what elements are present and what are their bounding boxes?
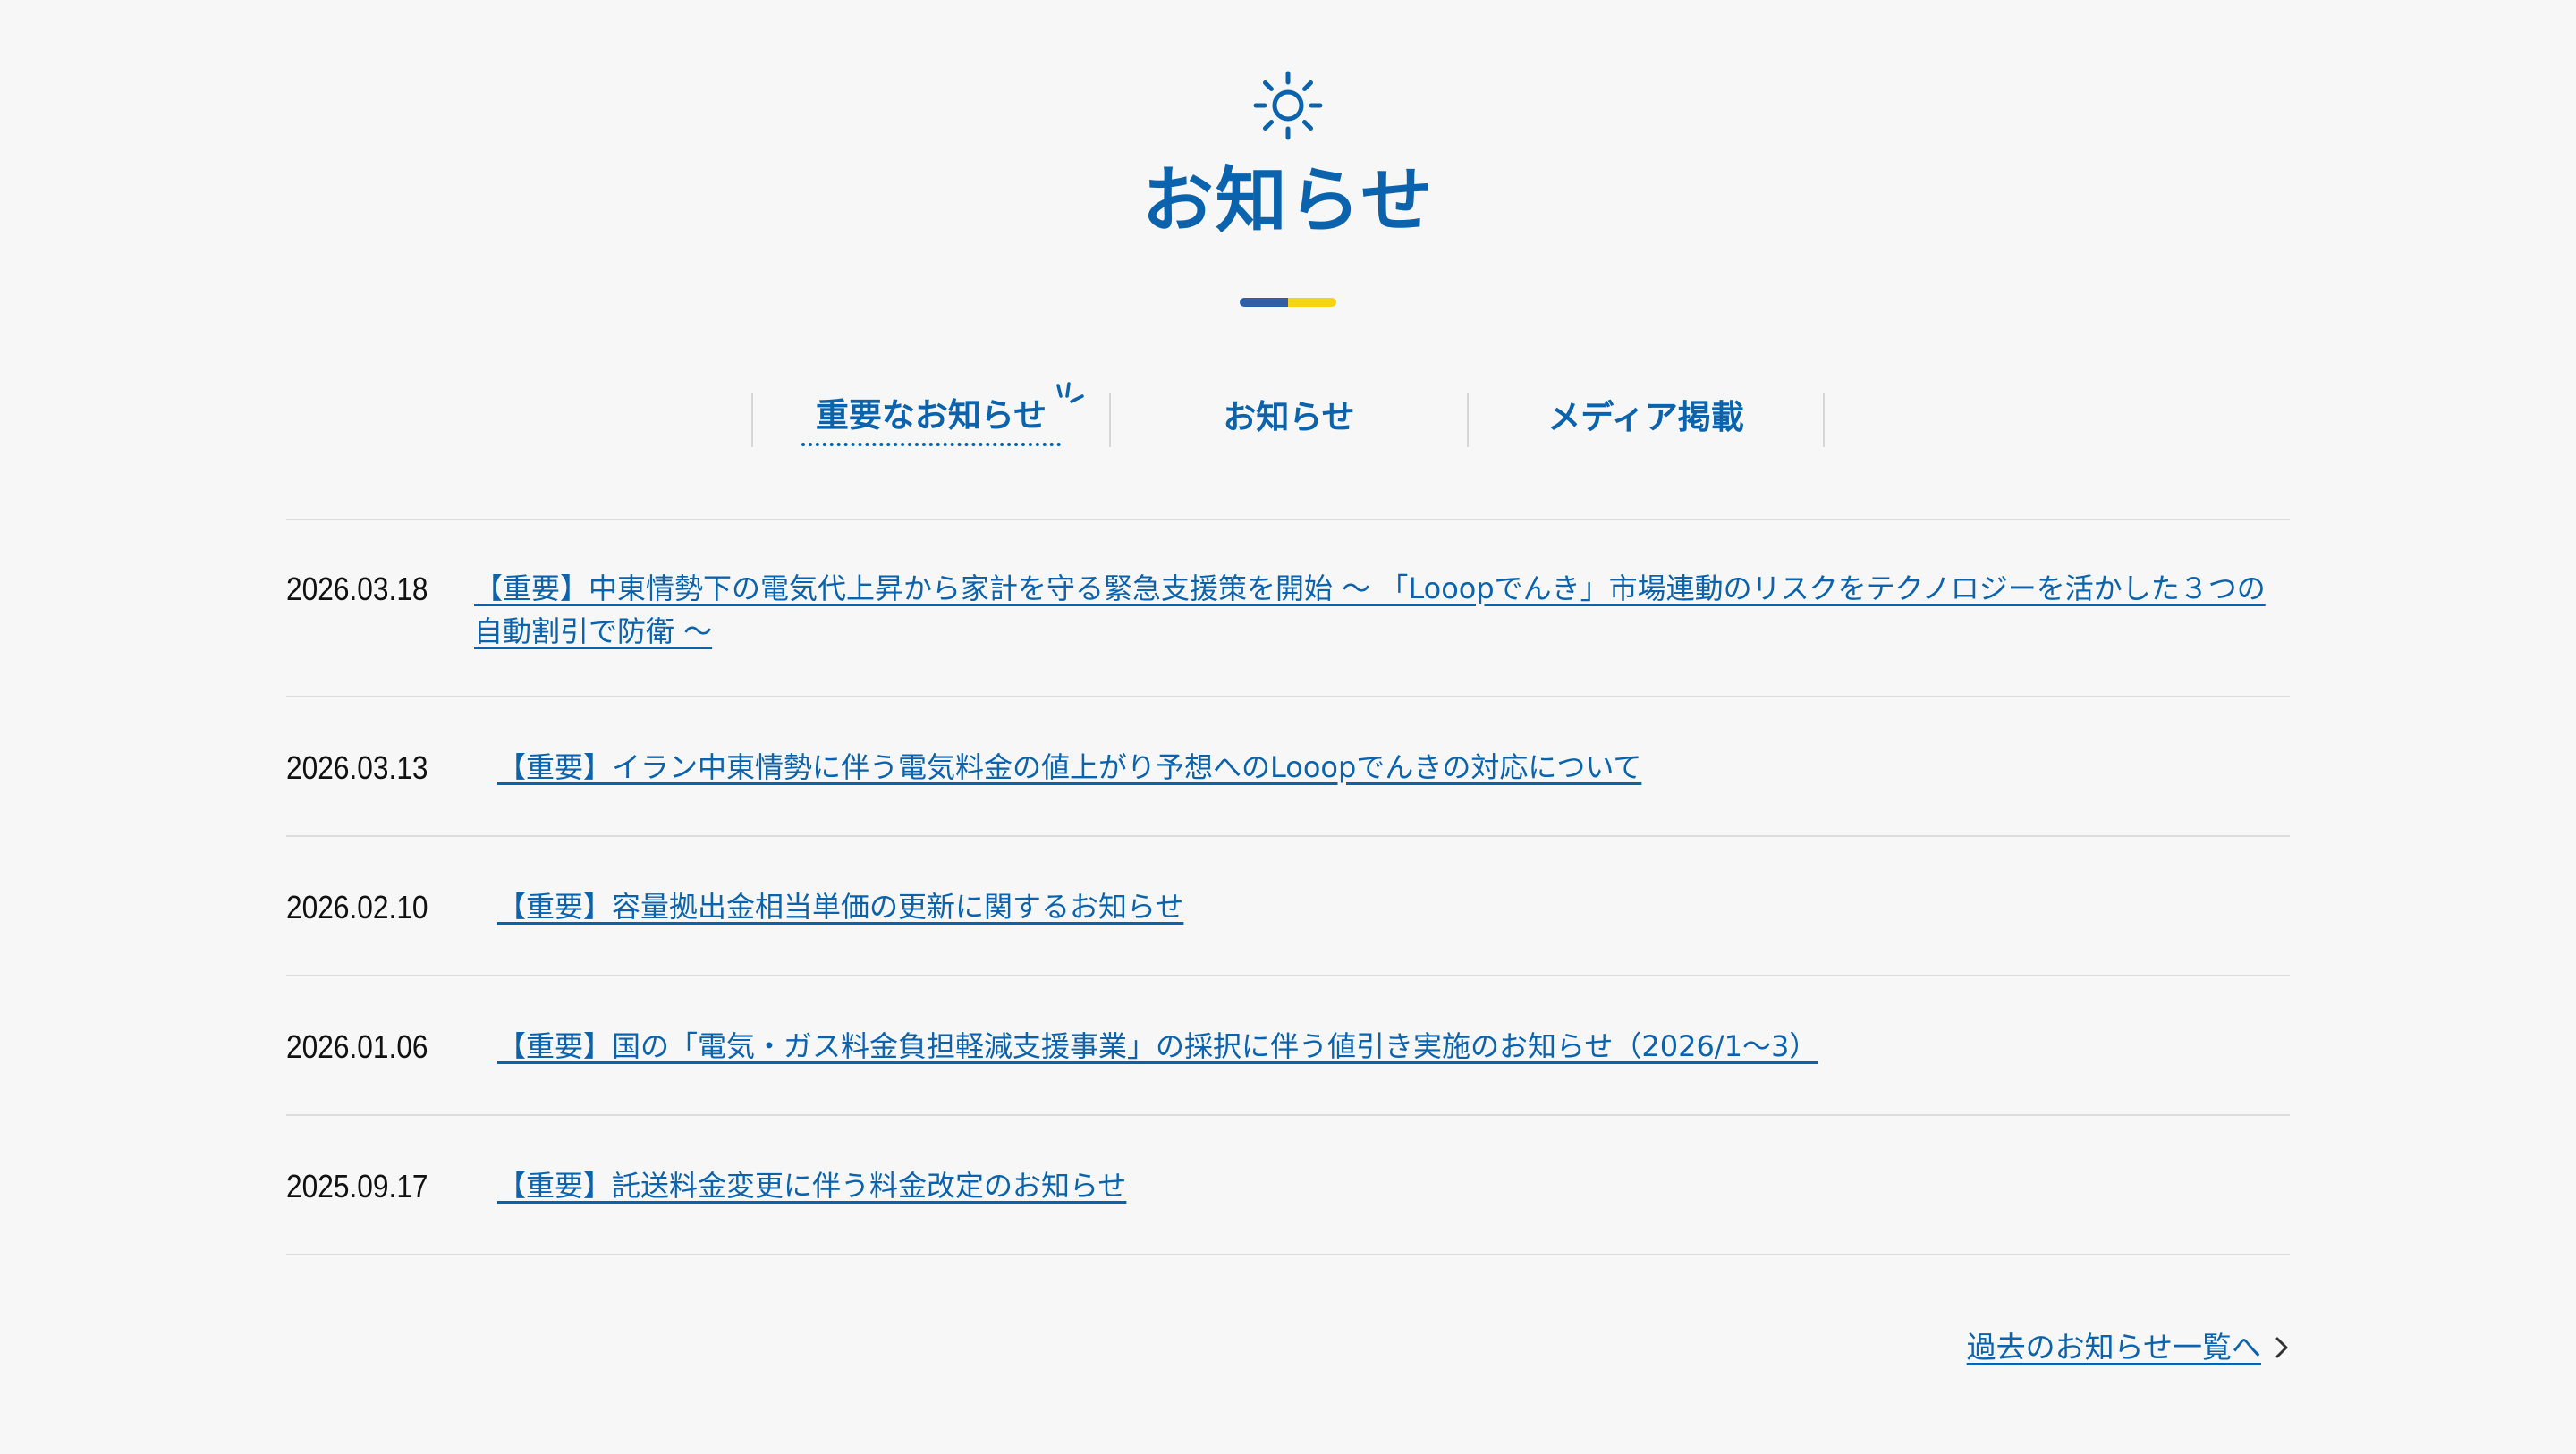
- page-title: お知らせ: [1141, 159, 1435, 242]
- tab-media[interactable]: メディア掲載: [1467, 393, 1825, 447]
- sun-icon: [1253, 71, 1323, 140]
- tab-label: お知らせ: [1223, 398, 1355, 436]
- past-news-label: 過去のお知らせ一覧へ: [1966, 1330, 2261, 1365]
- news-link[interactable]: 【重要】託送料金変更に伴う料金改定のお知らせ: [497, 1164, 1126, 1207]
- news-list: 2026.03.18 【重要】中東情勢下の電気代上昇から家計を守る緊急支援策を開…: [286, 519, 2290, 1255]
- news-item: 2026.02.10 【重要】容量拠出金相当単価の更新に関するお知らせ: [286, 837, 2290, 976]
- news-date: 2026.02.10: [286, 889, 428, 926]
- news-item: 2026.01.06 【重要】国の「電気・ガス料金負担軽減支援事業」の採択に伴う…: [286, 976, 2290, 1116]
- news-date: 2026.03.13: [286, 749, 428, 786]
- underline-blue-segment: [1240, 298, 1288, 307]
- title-underline: [1240, 298, 1336, 307]
- sparkle-icon: [1056, 382, 1084, 403]
- tab-label: メディア掲載: [1547, 398, 1744, 436]
- news-link[interactable]: 【重要】イラン中東情勢に伴う電気料金の値上がり予想へのLooopでんきの対応につ…: [497, 746, 1641, 789]
- tab-news[interactable]: お知らせ: [1109, 393, 1467, 447]
- news-date: 2026.03.18: [286, 571, 428, 607]
- news-link[interactable]: 【重要】国の「電気・ガス料金負担軽減支援事業」の採択に伴う値引き実施のお知らせ（…: [497, 1025, 1818, 1068]
- tab-important-news[interactable]: 重要なお知らせ: [751, 382, 1109, 447]
- news-tabs: 重要なお知らせ お知らせ メディア掲載: [751, 382, 1825, 447]
- news-link[interactable]: 【重要】中東情勢下の電気代上昇から家計を守る緊急支援策を開始 ～ 「Looopで…: [474, 567, 2290, 653]
- chevron-right-icon: [2275, 1337, 2288, 1358]
- news-date: 2026.01.06: [286, 1028, 428, 1065]
- past-news-link[interactable]: 過去のお知らせ一覧へ: [1967, 1326, 2290, 1369]
- underline-yellow-segment: [1288, 298, 1336, 307]
- news-link[interactable]: 【重要】容量拠出金相当単価の更新に関するお知らせ: [497, 885, 1183, 928]
- news-item: 2025.09.17 【重要】託送料金変更に伴う料金改定のお知らせ: [286, 1116, 2290, 1255]
- news-item: 2026.03.18 【重要】中東情勢下の電気代上昇から家計を守る緊急支援策を開…: [286, 520, 2290, 697]
- news-item: 2026.03.13 【重要】イラン中東情勢に伴う電気料金の値上がり予想へのLo…: [286, 697, 2290, 837]
- news-date: 2025.09.17: [286, 1168, 428, 1205]
- tab-label: 重要なお知らせ: [815, 396, 1047, 435]
